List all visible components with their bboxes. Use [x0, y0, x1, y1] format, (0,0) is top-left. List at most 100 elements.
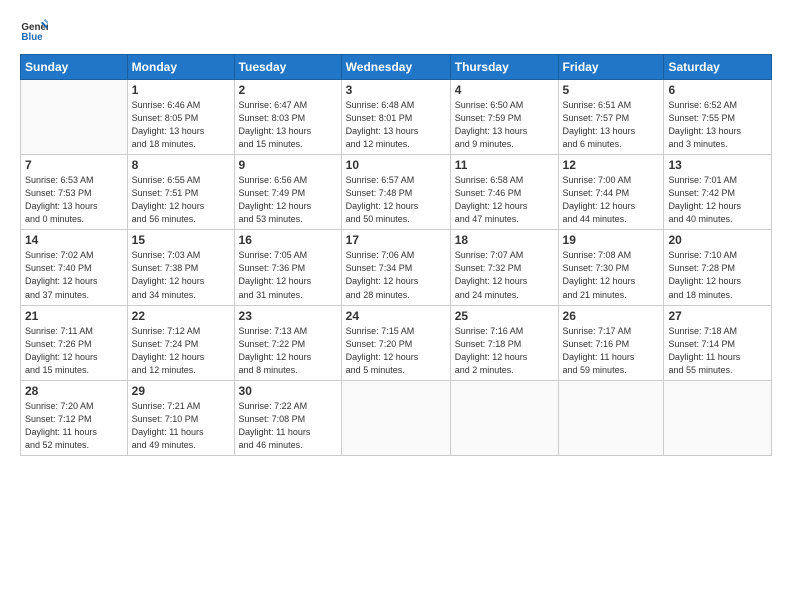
day-number: 9: [239, 158, 337, 172]
day-number: 11: [455, 158, 554, 172]
day-info: Sunrise: 6:51 AM Sunset: 7:57 PM Dayligh…: [563, 99, 660, 151]
calendar-day-cell: 22 Sunrise: 7:12 AM Sunset: 7:24 PM Dayli…: [127, 305, 234, 380]
day-number: 25: [455, 309, 554, 323]
day-number: 7: [25, 158, 123, 172]
day-info: Sunrise: 7:17 AM Sunset: 7:16 PM Dayligh…: [563, 325, 660, 377]
calendar-day-cell: 27 Sunrise: 7:18 AM Sunset: 7:14 PM Dayli…: [664, 305, 772, 380]
logo-icon: General Blue: [20, 16, 48, 44]
calendar-week-row: 1 Sunrise: 6:46 AM Sunset: 8:05 PM Daylig…: [21, 80, 772, 155]
calendar-day-cell: 16 Sunrise: 7:05 AM Sunset: 7:36 PM Dayli…: [234, 230, 341, 305]
day-info: Sunrise: 7:05 AM Sunset: 7:36 PM Dayligh…: [239, 249, 337, 301]
day-info: Sunrise: 7:18 AM Sunset: 7:14 PM Dayligh…: [668, 325, 767, 377]
calendar-day-cell: 9 Sunrise: 6:56 AM Sunset: 7:49 PM Daylig…: [234, 155, 341, 230]
svg-text:Blue: Blue: [21, 32, 43, 43]
day-info: Sunrise: 7:08 AM Sunset: 7:30 PM Dayligh…: [563, 249, 660, 301]
day-info: Sunrise: 7:22 AM Sunset: 7:08 PM Dayligh…: [239, 400, 337, 452]
day-info: Sunrise: 7:12 AM Sunset: 7:24 PM Dayligh…: [132, 325, 230, 377]
day-info: Sunrise: 6:48 AM Sunset: 8:01 PM Dayligh…: [346, 99, 446, 151]
weekday-header-friday: Friday: [558, 55, 664, 80]
calendar-header-row: SundayMondayTuesdayWednesdayThursdayFrid…: [21, 55, 772, 80]
day-info: Sunrise: 6:58 AM Sunset: 7:46 PM Dayligh…: [455, 174, 554, 226]
day-info: Sunrise: 7:16 AM Sunset: 7:18 PM Dayligh…: [455, 325, 554, 377]
day-number: 5: [563, 83, 660, 97]
calendar-day-cell: 26 Sunrise: 7:17 AM Sunset: 7:16 PM Dayli…: [558, 305, 664, 380]
calendar-table: SundayMondayTuesdayWednesdayThursdayFrid…: [20, 54, 772, 456]
calendar-day-cell: 1 Sunrise: 6:46 AM Sunset: 8:05 PM Daylig…: [127, 80, 234, 155]
calendar-day-cell: 19Sunrise: 7:08 AM Sunset: 7:30 PM Dayli…: [558, 230, 664, 305]
day-number: 6: [668, 83, 767, 97]
day-number: 15: [132, 233, 230, 247]
weekday-header-saturday: Saturday: [664, 55, 772, 80]
calendar-day-cell: 11 Sunrise: 6:58 AM Sunset: 7:46 PM Dayli…: [450, 155, 558, 230]
day-info: Sunrise: 7:13 AM Sunset: 7:22 PM Dayligh…: [239, 325, 337, 377]
day-number: 14: [25, 233, 123, 247]
calendar-week-row: 28 Sunrise: 7:20 AM Sunset: 7:12 PM Dayli…: [21, 380, 772, 455]
calendar-day-cell: 15Sunrise: 7:03 AM Sunset: 7:38 PM Dayli…: [127, 230, 234, 305]
day-number: 3: [346, 83, 446, 97]
day-number: 28: [25, 384, 123, 398]
day-number: 22: [132, 309, 230, 323]
day-number: 12: [563, 158, 660, 172]
calendar-day-cell: 3 Sunrise: 6:48 AM Sunset: 8:01 PM Daylig…: [341, 80, 450, 155]
day-info: Sunrise: 7:15 AM Sunset: 7:20 PM Dayligh…: [346, 325, 446, 377]
day-number: 21: [25, 309, 123, 323]
calendar-day-cell: 7 Sunrise: 6:53 AM Sunset: 7:53 PM Daylig…: [21, 155, 128, 230]
day-info: Sunrise: 6:57 AM Sunset: 7:48 PM Dayligh…: [346, 174, 446, 226]
day-info: Sunrise: 7:02 AM Sunset: 7:40 PM Dayligh…: [25, 249, 123, 301]
day-info: Sunrise: 7:00 AM Sunset: 7:44 PM Dayligh…: [563, 174, 660, 226]
day-number: 13: [668, 158, 767, 172]
calendar-day-cell: 4Sunrise: 6:50 AM Sunset: 7:59 PM Daylig…: [450, 80, 558, 155]
day-number: 8: [132, 158, 230, 172]
calendar-day-cell: 30Sunrise: 7:22 AM Sunset: 7:08 PM Dayli…: [234, 380, 341, 455]
calendar-day-cell: 5 Sunrise: 6:51 AM Sunset: 7:57 PM Daylig…: [558, 80, 664, 155]
day-info: Sunrise: 7:21 AM Sunset: 7:10 PM Dayligh…: [132, 400, 230, 452]
day-number: 18: [455, 233, 554, 247]
day-info: Sunrise: 6:56 AM Sunset: 7:49 PM Dayligh…: [239, 174, 337, 226]
day-info: Sunrise: 6:52 AM Sunset: 7:55 PM Dayligh…: [668, 99, 767, 151]
calendar-day-cell: 25 Sunrise: 7:16 AM Sunset: 7:18 PM Dayli…: [450, 305, 558, 380]
day-number: 20: [668, 233, 767, 247]
day-info: Sunrise: 7:11 AM Sunset: 7:26 PM Dayligh…: [25, 325, 123, 377]
logo: General Blue: [20, 16, 52, 44]
weekday-header-wednesday: Wednesday: [341, 55, 450, 80]
calendar-day-cell: 21 Sunrise: 7:11 AM Sunset: 7:26 PM Dayli…: [21, 305, 128, 380]
day-info: Sunrise: 7:10 AM Sunset: 7:28 PM Dayligh…: [668, 249, 767, 301]
calendar-day-cell: [341, 380, 450, 455]
calendar-day-cell: 12 Sunrise: 7:00 AM Sunset: 7:44 PM Dayli…: [558, 155, 664, 230]
calendar-day-cell: 13 Sunrise: 7:01 AM Sunset: 7:42 PM Dayli…: [664, 155, 772, 230]
day-number: 4: [455, 83, 554, 97]
day-number: 27: [668, 309, 767, 323]
day-number: 1: [132, 83, 230, 97]
calendar-day-cell: 24 Sunrise: 7:15 AM Sunset: 7:20 PM Dayli…: [341, 305, 450, 380]
day-number: 10: [346, 158, 446, 172]
day-info: Sunrise: 6:53 AM Sunset: 7:53 PM Dayligh…: [25, 174, 123, 226]
calendar-day-cell: 23 Sunrise: 7:13 AM Sunset: 7:22 PM Dayli…: [234, 305, 341, 380]
day-info: Sunrise: 7:01 AM Sunset: 7:42 PM Dayligh…: [668, 174, 767, 226]
weekday-header-tuesday: Tuesday: [234, 55, 341, 80]
calendar-day-cell: 28 Sunrise: 7:20 AM Sunset: 7:12 PM Dayli…: [21, 380, 128, 455]
calendar-day-cell: 6 Sunrise: 6:52 AM Sunset: 7:55 PM Daylig…: [664, 80, 772, 155]
day-info: Sunrise: 7:07 AM Sunset: 7:32 PM Dayligh…: [455, 249, 554, 301]
calendar-day-cell: 8 Sunrise: 6:55 AM Sunset: 7:51 PM Daylig…: [127, 155, 234, 230]
day-number: 16: [239, 233, 337, 247]
day-number: 26: [563, 309, 660, 323]
weekday-header-monday: Monday: [127, 55, 234, 80]
calendar-day-cell: [450, 380, 558, 455]
page-header: General Blue: [20, 16, 772, 44]
day-info: Sunrise: 7:20 AM Sunset: 7:12 PM Dayligh…: [25, 400, 123, 452]
day-info: Sunrise: 6:47 AM Sunset: 8:03 PM Dayligh…: [239, 99, 337, 151]
day-info: Sunrise: 6:46 AM Sunset: 8:05 PM Dayligh…: [132, 99, 230, 151]
calendar-day-cell: 29 Sunrise: 7:21 AM Sunset: 7:10 PM Dayli…: [127, 380, 234, 455]
day-number: 17: [346, 233, 446, 247]
weekday-header-thursday: Thursday: [450, 55, 558, 80]
calendar-day-cell: 10 Sunrise: 6:57 AM Sunset: 7:48 PM Dayli…: [341, 155, 450, 230]
day-number: 2: [239, 83, 337, 97]
calendar-week-row: 21 Sunrise: 7:11 AM Sunset: 7:26 PM Dayli…: [21, 305, 772, 380]
day-number: 29: [132, 384, 230, 398]
calendar-day-cell: 17 Sunrise: 7:06 AM Sunset: 7:34 PM Dayli…: [341, 230, 450, 305]
day-info: Sunrise: 6:55 AM Sunset: 7:51 PM Dayligh…: [132, 174, 230, 226]
day-number: 23: [239, 309, 337, 323]
day-number: 24: [346, 309, 446, 323]
day-info: Sunrise: 7:06 AM Sunset: 7:34 PM Dayligh…: [346, 249, 446, 301]
weekday-header-sunday: Sunday: [21, 55, 128, 80]
